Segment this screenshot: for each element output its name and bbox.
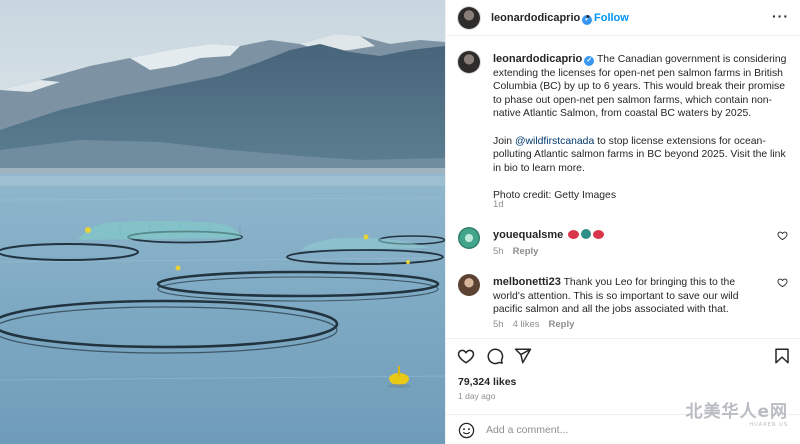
comment-time[interactable]: 5h — [493, 319, 504, 330]
bookmark-icon[interactable] — [773, 347, 791, 365]
avatar[interactable] — [458, 227, 480, 249]
comment-time[interactable]: 5h — [493, 246, 504, 257]
separator-dot: • — [586, 11, 590, 23]
comment-meta: 5h Reply — [493, 246, 547, 257]
post-panel: leonardodicaprio ✓ • Follow ··· leonardod… — [445, 0, 800, 444]
comment-likes[interactable]: 4 likes — [513, 319, 540, 330]
reply-button[interactable]: Reply — [513, 246, 539, 257]
red-heart-emoji-icon — [593, 230, 605, 239]
caption-username[interactable]: leonardodicaprio ✓ — [493, 53, 595, 66]
comment-username[interactable]: melbonetti23 — [493, 276, 561, 288]
header-username[interactable]: leonardodicaprio ✓ — [491, 12, 593, 25]
avatar[interactable] — [458, 7, 480, 29]
post-image[interactable] — [0, 0, 445, 444]
share-icon[interactable] — [514, 347, 532, 365]
salmon-farm-photo — [0, 0, 445, 444]
more-horizontal-icon[interactable]: ··· — [772, 8, 789, 24]
site-watermark: 北美华人e网 HUAREN.US — [685, 397, 788, 428]
comment-meta: 5h 4 likes Reply — [493, 319, 583, 330]
like-comment-heart-icon[interactable] — [777, 277, 788, 288]
action-bar — [446, 338, 800, 374]
likes-count[interactable]: 79,324 likes — [458, 376, 516, 388]
instagram-post: leonardodicaprio ✓ • Follow ··· leonardod… — [0, 0, 800, 444]
teal-circle-emoji-icon — [581, 229, 592, 239]
emoji-smile-icon[interactable] — [458, 422, 475, 439]
avatar[interactable] — [458, 51, 480, 73]
post-timestamp[interactable]: 1 day ago — [458, 391, 495, 401]
caption-text: leonardodicaprio ✓ The Canadian governmen… — [493, 53, 793, 216]
verified-badge-icon: ✓ — [584, 56, 595, 66]
heart-icon[interactable] — [457, 347, 475, 365]
photo-credit: Photo credit: Getty Images — [493, 189, 617, 201]
comment-username[interactable]: youequalsme — [493, 229, 563, 241]
caption-timestamp[interactable]: 1d — [493, 199, 504, 210]
follow-button[interactable]: Follow — [594, 12, 629, 24]
red-heart-emoji-icon — [568, 230, 580, 239]
like-comment-heart-icon[interactable] — [777, 230, 788, 241]
avatar[interactable] — [458, 274, 480, 296]
reply-button[interactable]: Reply — [549, 319, 575, 330]
watermark-text: 北美华人e网 — [685, 402, 788, 422]
comment-icon[interactable] — [486, 347, 504, 365]
watermark-subtext: HUAREN.US — [749, 422, 788, 428]
comment-body: youequalsme — [493, 229, 768, 243]
comment-body: melbonetti23 Thank you Leo for bringing … — [493, 276, 768, 317]
mention-link[interactable]: @wildfirstcanada — [515, 136, 594, 147]
post-header: leonardodicaprio ✓ • Follow ··· — [446, 0, 800, 36]
caption-join-prefix: Join — [493, 135, 515, 147]
